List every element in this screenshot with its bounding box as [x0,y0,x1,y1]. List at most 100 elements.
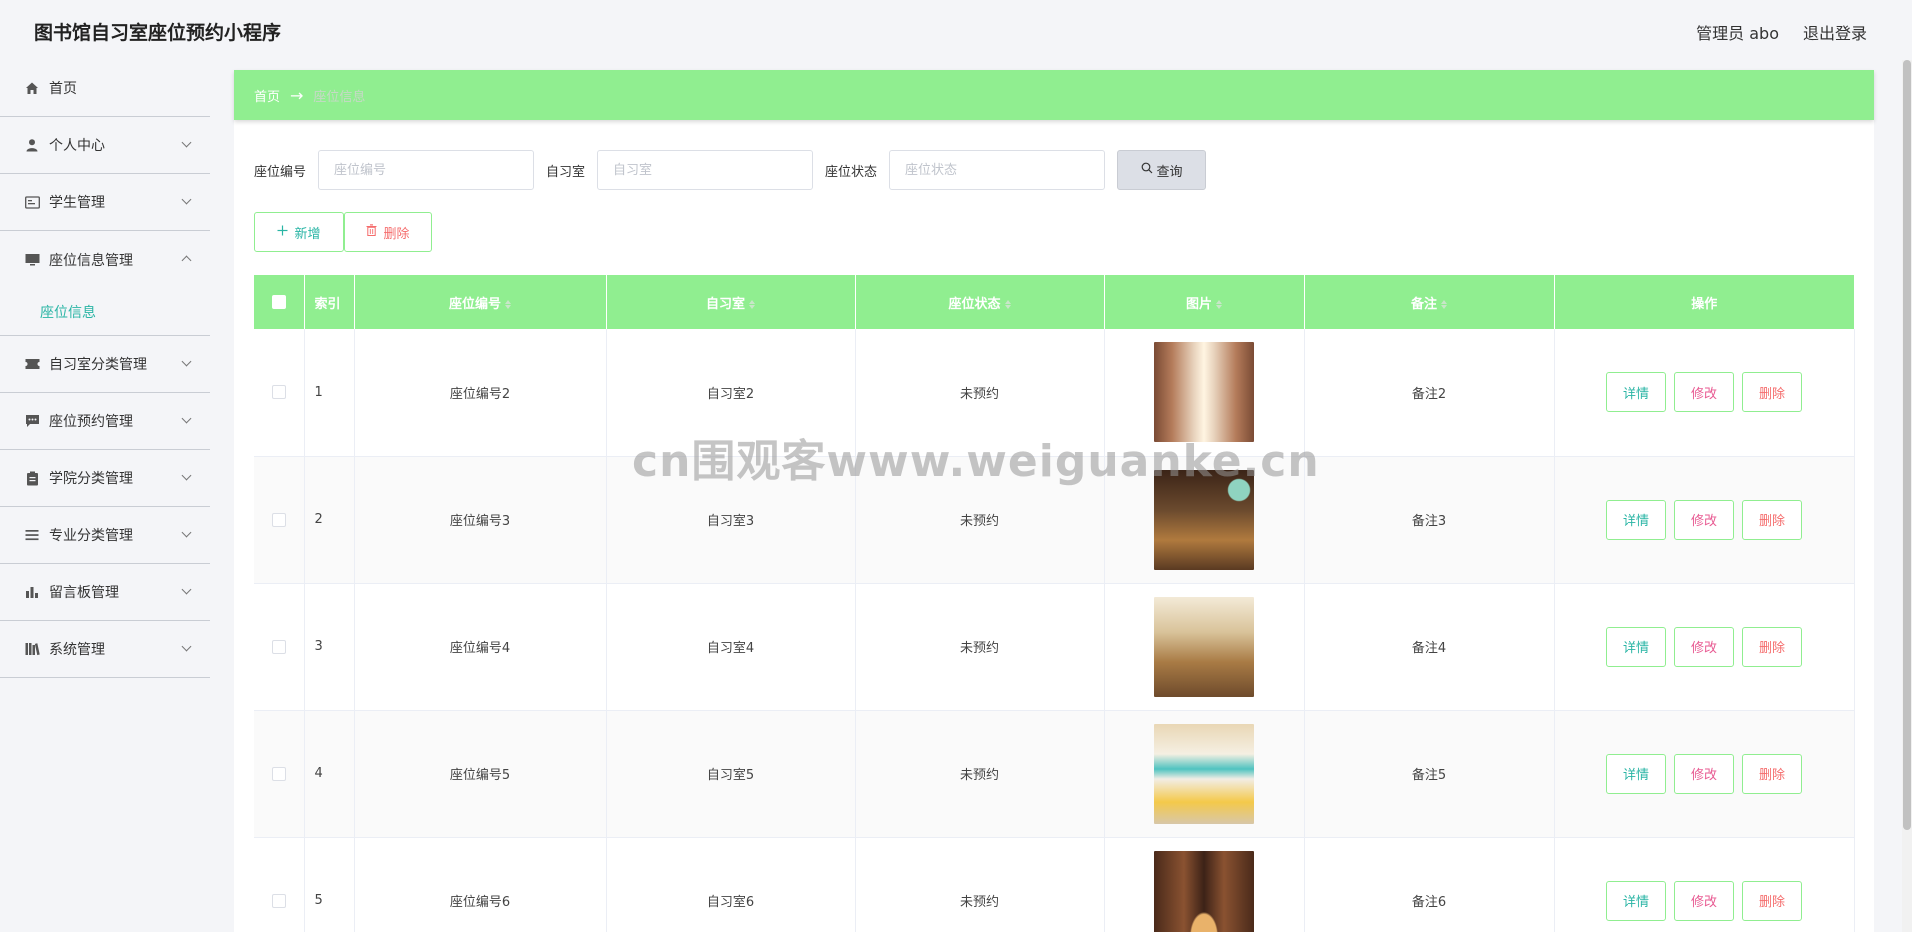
edit-button[interactable]: 修改 [1674,372,1734,413]
detail-button[interactable]: 详情 [1606,626,1666,667]
row-index: 4 [304,710,355,838]
edit-button[interactable]: 修改 [1674,753,1734,794]
edit-button[interactable]: 修改 [1674,626,1734,667]
row-seat-no: 座位编号2 [354,329,607,457]
detail-button[interactable]: 详情 [1606,499,1666,540]
ticket-icon [24,356,40,372]
user-icon [24,137,40,153]
room-input[interactable] [597,150,814,190]
list-icon [24,527,40,543]
row-select-cell [254,456,305,584]
header-index: 索引 [304,275,355,329]
seat-image[interactable] [1154,469,1254,570]
sidebar-item-label: 学生管理 [49,195,105,211]
trash-icon [366,224,377,240]
row-seat-no: 座位编号4 [354,583,607,711]
row-note: 备注3 [1304,456,1555,584]
batch-delete-button[interactable]: 删除 [344,212,432,252]
row-seat-no: 座位编号5 [354,710,607,838]
sidebar-item-room-category[interactable]: 自习室分类管理 [0,336,210,393]
seat-image[interactable] [1154,342,1254,443]
sort-icon[interactable] [749,299,755,310]
scrollbar-thumb[interactable] [1903,60,1911,830]
row-index: 3 [304,583,355,711]
logout-button[interactable]: 退出登录 [1803,20,1867,44]
sort-icon[interactable] [1441,299,1447,310]
header-room[interactable]: 自习室 [606,275,856,329]
seat-table: 索引 座位编号 自习室 座位状态 图片 备注 操作 1 座位编号2 自习室2 未… [254,275,1855,932]
delete-row-button[interactable]: 删除 [1742,753,1802,794]
library-icon [24,641,40,657]
sort-icon[interactable] [1004,299,1011,310]
row-status: 未预约 [855,329,1105,457]
row-seat-no: 座位编号6 [354,837,607,932]
seat-image[interactable] [1154,723,1254,824]
row-image-cell [1104,710,1305,838]
header-image-label: 图片 [1185,296,1212,312]
sidebar-item-message-board[interactable]: 留言板管理 [0,564,210,621]
row-checkbox[interactable] [271,512,286,527]
detail-button[interactable]: 详情 [1606,880,1666,921]
chevron-down-icon [181,641,192,652]
header-status[interactable]: 座位状态 [855,275,1105,329]
add-button[interactable]: 新增 [254,212,344,252]
delete-row-button[interactable]: 删除 [1742,499,1802,540]
admin-username[interactable]: 管理员 abo [1696,20,1779,44]
sidebar-item-college-category[interactable]: 学院分类管理 [0,450,210,507]
row-image-cell [1104,456,1305,584]
sidebar-item-label: 自习室分类管理 [49,357,147,373]
row-index: 2 [304,456,355,584]
status-input[interactable] [889,150,1106,190]
row-ops: 详情 修改 删除 [1554,837,1855,932]
detail-button[interactable]: 详情 [1606,753,1666,794]
search-form: 座位编号 自习室 座位状态 查询 [254,150,1207,190]
sidebar-item-major-category[interactable]: 专业分类管理 [0,507,210,564]
sidebar-item-personal[interactable]: 个人中心 [0,117,210,174]
seat-image[interactable] [1154,596,1254,697]
delete-row-button[interactable]: 删除 [1742,372,1802,413]
submenu-seat-info[interactable]: 座位信息 [0,288,210,336]
header-seat-no[interactable]: 座位编号 [354,275,607,329]
row-note: 备注2 [1304,329,1555,457]
breadcrumb-home[interactable]: 首页 [254,86,280,105]
sort-icon[interactable] [1216,299,1222,310]
header-image[interactable]: 图片 [1104,275,1305,329]
sidebar-item-seat-info[interactable]: 座位信息管理 [0,231,210,288]
row-room: 自习室4 [606,583,856,711]
breadcrumb: 首页 → 座位信息 [234,70,1874,120]
query-button-label: 查询 [1156,164,1183,180]
chevron-down-icon [181,356,192,367]
room-label: 自习室 [546,164,586,180]
edit-button[interactable]: 修改 [1674,499,1734,540]
user-area: 管理员 abo 退出登录 [1696,20,1867,44]
chevron-down-icon [181,584,192,595]
status-label: 座位状态 [825,164,878,180]
select-all-checkbox[interactable] [271,295,286,309]
sidebar-item-reservation[interactable]: 座位预约管理 [0,393,210,450]
sidebar-item-label: 学院分类管理 [49,471,133,487]
seat-image[interactable] [1154,850,1254,932]
chat-icon [24,413,40,429]
row-checkbox[interactable] [271,893,286,908]
seat-no-input[interactable] [318,150,535,190]
delete-row-button[interactable]: 删除 [1742,626,1802,667]
home-icon [24,80,40,96]
delete-row-button[interactable]: 删除 [1742,880,1802,921]
row-checkbox[interactable] [271,639,286,654]
detail-button[interactable]: 详情 [1606,372,1666,413]
page-scrollbar[interactable] [1902,60,1912,932]
row-checkbox[interactable] [271,385,286,400]
sidebar-item-system[interactable]: 系统管理 [0,621,210,678]
header-room-label: 自习室 [705,296,745,312]
sidebar-item-home[interactable]: 首页 [0,60,210,117]
query-button[interactable]: 查询 [1117,150,1207,190]
sidebar-item-students[interactable]: 学生管理 [0,174,210,231]
row-note: 备注4 [1304,583,1555,711]
row-checkbox[interactable] [271,766,286,781]
clipboard-icon [24,470,40,486]
header-note[interactable]: 备注 [1304,275,1555,329]
row-select-cell [254,710,305,838]
sort-icon[interactable] [505,299,511,310]
table-row: 5 座位编号6 自习室6 未预约 备注6 详情 修改 删除 [254,837,1855,932]
edit-button[interactable]: 修改 [1674,880,1734,921]
